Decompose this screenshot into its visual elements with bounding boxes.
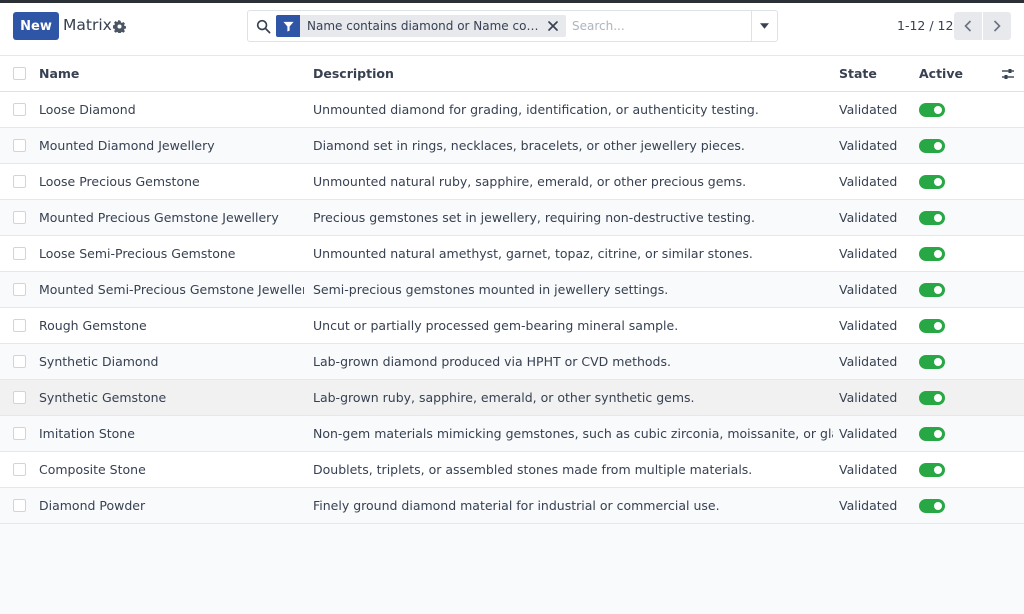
row-checkbox[interactable] <box>13 355 26 368</box>
row-description: Unmounted natural ruby, sapphire, emeral… <box>313 174 747 189</box>
optional-columns-icon[interactable] <box>1001 67 1015 81</box>
row-description: Precious gemstones set in jewellery, req… <box>313 210 755 225</box>
row-name: Loose Semi-Precious Gemstone <box>39 246 236 261</box>
row-state: Validated <box>839 138 898 153</box>
row-state: Validated <box>839 246 898 261</box>
row-name: Synthetic Diamond <box>39 354 159 369</box>
table-row[interactable]: Loose Semi-Precious Gemstone Unmounted n… <box>0 236 1024 272</box>
filter-facet[interactable]: Name contains diamond or Name contains g… <box>276 15 566 37</box>
table-row[interactable]: Loose Precious Gemstone Unmounted natura… <box>0 164 1024 200</box>
row-description: Finely ground diamond material for indus… <box>313 498 720 513</box>
table-row[interactable]: Mounted Diamond Jewellery Diamond set in… <box>0 128 1024 164</box>
active-toggle[interactable] <box>919 499 945 513</box>
table-row[interactable]: Rough Gemstone Uncut or partially proces… <box>0 308 1024 344</box>
search-input[interactable] <box>572 16 748 36</box>
row-checkbox[interactable] <box>13 247 26 260</box>
table-row[interactable]: Composite Stone Doublets, triplets, or a… <box>0 452 1024 488</box>
row-name: Loose Precious Gemstone <box>39 174 200 189</box>
table-row[interactable]: Diamond Powder Finely ground diamond mat… <box>0 488 1024 524</box>
list-view: Name Description State Active Loose Diam… <box>0 55 1024 524</box>
search-options-toggle[interactable] <box>751 11 777 41</box>
row-name: Mounted Precious Gemstone Jewellery <box>39 210 279 225</box>
active-toggle[interactable] <box>919 355 945 369</box>
row-state: Validated <box>839 426 898 441</box>
control-panel: New Matrix Name contains diamond or Name… <box>0 3 1024 55</box>
table-row[interactable]: Synthetic Diamond Lab-grown diamond prod… <box>0 344 1024 380</box>
table-row[interactable]: Mounted Semi-Precious Gemstone Jewellery… <box>0 272 1024 308</box>
search-icon <box>256 19 271 34</box>
active-toggle[interactable] <box>919 391 945 405</box>
row-state: Validated <box>839 390 898 405</box>
row-checkbox[interactable] <box>13 427 26 440</box>
row-description: Non-gem materials mimicking gemstones, s… <box>313 426 833 441</box>
page-title: Matrix <box>63 16 112 34</box>
row-description: Uncut or partially processed gem-bearing… <box>313 318 679 333</box>
active-toggle[interactable] <box>919 319 945 333</box>
active-toggle[interactable] <box>919 175 945 189</box>
row-checkbox[interactable] <box>13 499 26 512</box>
chevron-left-icon <box>964 20 972 32</box>
row-state: Validated <box>839 210 898 225</box>
row-description: Doublets, triplets, or assembled stones … <box>313 462 753 477</box>
row-name: Mounted Diamond Jewellery <box>39 138 215 153</box>
row-state: Validated <box>839 498 898 513</box>
filter-facet-text: Name contains diamond or Name contains g… <box>307 19 541 33</box>
column-header-active[interactable]: Active <box>919 56 979 92</box>
new-button[interactable]: New <box>13 12 59 40</box>
table-row[interactable]: Loose Diamond Unmounted diamond for grad… <box>0 92 1024 128</box>
row-name: Rough Gemstone <box>39 318 147 333</box>
search-bar: Name contains diamond or Name contains g… <box>247 10 778 42</box>
row-name: Diamond Powder <box>39 498 146 513</box>
row-description: Lab-grown ruby, sapphire, emerald, or ot… <box>313 390 695 405</box>
row-checkbox[interactable] <box>13 463 26 476</box>
row-checkbox[interactable] <box>13 319 26 332</box>
row-description: Diamond set in rings, necklaces, bracele… <box>313 138 745 153</box>
close-icon[interactable] <box>547 20 559 32</box>
row-state: Validated <box>839 282 898 297</box>
row-description: Unmounted diamond for grading, identific… <box>313 102 759 117</box>
row-state: Validated <box>839 354 898 369</box>
row-name: Loose Diamond <box>39 102 136 117</box>
row-checkbox[interactable] <box>13 103 26 116</box>
column-header-description[interactable]: Description <box>313 56 833 92</box>
row-name: Imitation Stone <box>39 426 135 441</box>
row-description: Semi-precious gemstones mounted in jewel… <box>313 282 669 297</box>
filter-icon <box>276 15 300 37</box>
active-toggle[interactable] <box>919 283 945 297</box>
row-state: Validated <box>839 462 898 477</box>
row-state: Validated <box>839 318 898 333</box>
row-checkbox[interactable] <box>13 139 26 152</box>
table-row[interactable]: Imitation Stone Non-gem materials mimick… <box>0 416 1024 452</box>
active-toggle[interactable] <box>919 103 945 117</box>
row-checkbox[interactable] <box>13 175 26 188</box>
caret-down-icon <box>760 23 769 29</box>
row-description: Unmounted natural amethyst, garnet, topa… <box>313 246 753 261</box>
table-header: Name Description State Active <box>0 55 1024 92</box>
active-toggle[interactable] <box>919 247 945 261</box>
active-toggle[interactable] <box>919 211 945 225</box>
table-row[interactable]: Synthetic Gemstone Lab-grown ruby, sapph… <box>0 380 1024 416</box>
column-header-state[interactable]: State <box>839 56 909 92</box>
select-all-checkbox[interactable] <box>13 67 26 80</box>
row-description: Lab-grown diamond produced via HPHT or C… <box>313 354 671 369</box>
row-state: Validated <box>839 102 898 117</box>
active-toggle[interactable] <box>919 139 945 153</box>
gear-icon[interactable] <box>113 20 126 33</box>
chevron-right-icon <box>993 20 1001 32</box>
active-toggle[interactable] <box>919 463 945 477</box>
column-header-name[interactable]: Name <box>39 56 304 92</box>
pager-value[interactable]: 1-12 / 12 <box>897 18 953 33</box>
pager-previous-button[interactable] <box>954 12 982 40</box>
row-checkbox[interactable] <box>13 283 26 296</box>
row-name: Mounted Semi-Precious Gemstone Jewellery <box>39 282 304 297</box>
pager-next-button[interactable] <box>983 12 1011 40</box>
table-row[interactable]: Mounted Precious Gemstone Jewellery Prec… <box>0 200 1024 236</box>
row-state: Validated <box>839 174 898 189</box>
active-toggle[interactable] <box>919 427 945 441</box>
row-checkbox[interactable] <box>13 391 26 404</box>
row-name: Synthetic Gemstone <box>39 390 167 405</box>
row-checkbox[interactable] <box>13 211 26 224</box>
row-name: Composite Stone <box>39 462 146 477</box>
